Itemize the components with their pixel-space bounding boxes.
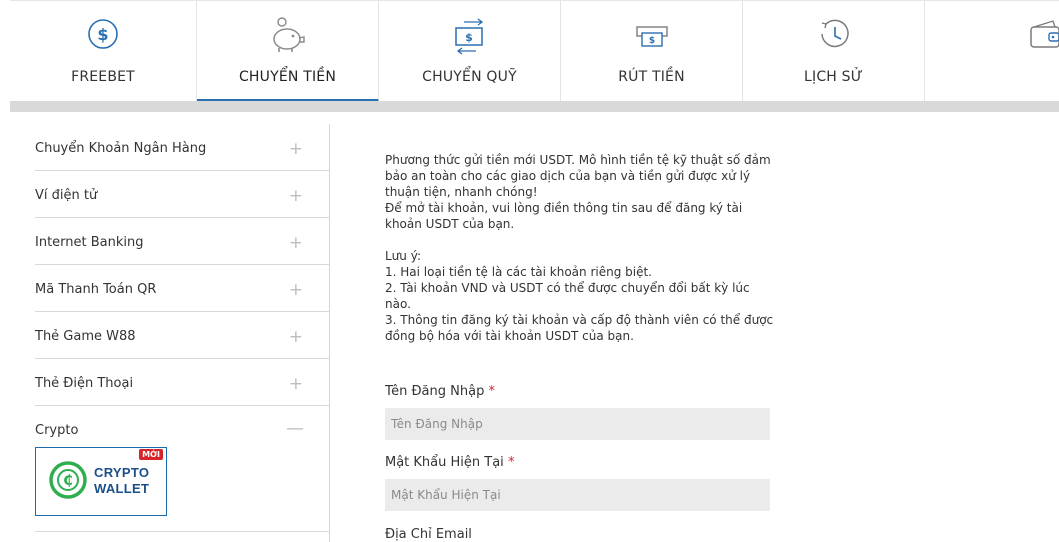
svg-text:$: $ — [97, 25, 108, 44]
sidebar-item-internet-banking[interactable]: Internet Banking + — [35, 218, 329, 265]
sidebar-item-game-card[interactable]: Thẻ Game W88 + — [35, 312, 329, 359]
intro-paragraph: Để mở tài khoản, vui lòng điền thông tin… — [385, 201, 743, 231]
sidebar-item-bank-transfer[interactable]: Chuyển Khoản Ngân Hàng + — [35, 124, 329, 171]
username-label-text: Tên Đăng Nhập — [385, 384, 485, 399]
svg-text:$: $ — [648, 36, 654, 46]
tab-chuyen-tien[interactable]: CHUYỂN TIỀN — [197, 1, 379, 102]
usdt-info: Phương thức gửi tiền mới USDT. Mô hình t… — [385, 152, 775, 344]
sidebar-item-e-wallet[interactable]: Ví điện tử + — [35, 171, 329, 218]
tab-label: LỊCH SỬ — [804, 69, 863, 85]
sidebar-item-next — [35, 532, 329, 542]
wallet-title-line2: WALLET — [94, 481, 150, 496]
wallet-title-line1: CRYPTO — [94, 465, 150, 480]
top-tab-bar: $ FREEBET CHUYỂN TIỀN $ CHUYỂN QUỸ $ RÚT… — [10, 0, 1059, 102]
sidebar-item-label: Internet Banking — [35, 235, 144, 250]
intro-text: Phương thức gửi tiền mới USDT. Mô hình t… — [385, 152, 775, 344]
sidebar-item-label: Crypto — [35, 423, 79, 438]
password-input[interactable] — [385, 479, 770, 511]
tab-rut-tien[interactable]: $ RÚT TIỀN — [561, 1, 743, 102]
sidebar-item-label: Thẻ Game W88 — [35, 329, 136, 344]
tab-wallet[interactable] — [925, 1, 1059, 102]
username-input[interactable] — [385, 408, 770, 440]
sidebar-item-crypto[interactable]: Crypto — ₵ CRYPTO WALLET MỚI — [35, 406, 329, 532]
tab-lich-su[interactable]: LỊCH SỬ — [743, 1, 925, 102]
tab-label: RÚT TIỀN — [618, 69, 685, 85]
intro-paragraph: Phương thức gửi tiền mới USDT. Mô hình t… — [385, 153, 771, 199]
divider-bar — [10, 101, 1059, 112]
password-label: Mật Khẩu Hiện Tại * — [385, 455, 514, 470]
transfer-money-icon: $ — [454, 18, 483, 55]
tab-label: FREEBET — [71, 69, 135, 85]
plus-icon: + — [288, 374, 303, 394]
sidebar-item-label: Chuyển Khoản Ngân Hàng — [35, 141, 207, 156]
note-title: Lưu ý: — [385, 249, 421, 263]
tab-label: CHUYỂN QUỸ — [422, 69, 517, 85]
note-item: 3. Thông tin đăng ký tài khoản và cấp độ… — [385, 313, 774, 343]
email-label: Địa Chỉ Email — [385, 527, 472, 542]
plus-icon: + — [288, 186, 303, 206]
email-label-text: Địa Chỉ Email — [385, 527, 472, 542]
svg-text:₵: ₵ — [63, 473, 73, 489]
plus-icon: + — [288, 280, 303, 300]
sidebar-item-label: Ví điện tử — [35, 188, 98, 203]
deposit-method-menu: Chuyển Khoản Ngân Hàng + Ví điện tử + In… — [35, 124, 330, 542]
history-clock-icon — [820, 19, 849, 48]
note-item: 1. Hai loại tiền tệ là các tài khoản riê… — [385, 265, 652, 279]
username-label: Tên Đăng Nhập * — [385, 384, 495, 399]
crypto-wallet-option[interactable]: ₵ CRYPTO WALLET MỚI — [35, 447, 167, 516]
sidebar-item-label: Thẻ Điện Thoại — [35, 376, 134, 391]
plus-icon: + — [288, 233, 303, 253]
sidebar-item-label: Mã Thanh Toán QR — [35, 282, 157, 297]
required-mark: * — [507, 455, 515, 470]
dollar-circle-icon: $ — [88, 19, 118, 49]
minus-icon: — — [286, 418, 304, 439]
required-mark: * — [488, 384, 495, 399]
plus-icon: + — [288, 327, 303, 347]
crypto-coin-icon: ₵ — [49, 461, 87, 499]
plus-icon: + — [288, 139, 303, 159]
tab-label: CHUYỂN TIỀN — [238, 69, 337, 85]
sidebar-item-qr-payment[interactable]: Mã Thanh Toán QR + — [35, 265, 329, 312]
tab-chuyen-quy[interactable]: $ CHUYỂN QUỸ — [379, 1, 561, 102]
note-item: 2. Tài khoản VND và USDT có thể được chu… — [385, 281, 750, 311]
tab-freebet[interactable]: $ FREEBET — [10, 1, 197, 102]
wallet-icon — [1030, 20, 1059, 48]
sidebar-item-phone-card[interactable]: Thẻ Điện Thoại + — [35, 359, 329, 406]
svg-text:$: $ — [465, 31, 473, 44]
new-badge: MỚI — [139, 449, 163, 460]
withdraw-cash-icon: $ — [635, 26, 668, 47]
password-label-text: Mật Khẩu Hiện Tại — [385, 455, 504, 470]
piggy-bank-icon — [272, 17, 305, 52]
